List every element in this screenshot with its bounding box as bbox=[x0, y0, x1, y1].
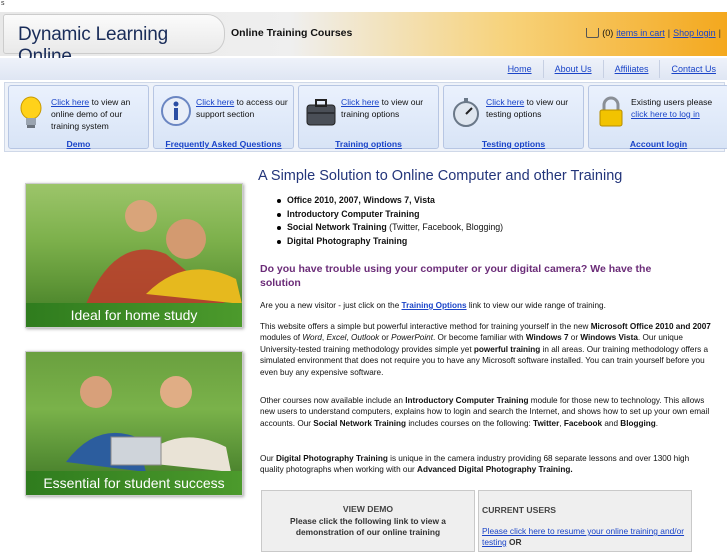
corner-mark: s bbox=[1, 0, 5, 7]
feature-testing-link[interactable]: Click here bbox=[486, 97, 524, 107]
feature-demo-text: Click here to view an online demo of our… bbox=[51, 96, 146, 132]
stopwatch-icon bbox=[453, 98, 479, 127]
view-demo-text: Please click the following link to view … bbox=[290, 516, 446, 537]
demo-link[interactable]: Demo bbox=[9, 139, 148, 149]
bullet-item: Digital Photography Training bbox=[277, 236, 503, 247]
faq-link[interactable]: Frequently Asked Questions bbox=[154, 139, 293, 149]
p3-b4: Facebook bbox=[563, 418, 603, 428]
p4-b1: Digital Photography Training bbox=[275, 454, 388, 463]
p3-b2: Social Network Training bbox=[313, 418, 407, 428]
p2-b2: Windows 7 bbox=[525, 333, 569, 343]
p3-b1: Introductory Computer Training bbox=[405, 396, 529, 405]
nav-home[interactable]: Home bbox=[497, 60, 543, 78]
feature-faq-text: Click here to access our support section bbox=[196, 96, 291, 120]
cart-area: (0) items in cart | Shop login | bbox=[586, 28, 721, 38]
shop-login-link[interactable]: Shop login bbox=[673, 28, 716, 38]
bullet-bold: Social Network Training bbox=[287, 222, 387, 232]
p2-i1: Word bbox=[302, 333, 322, 343]
bullet-item: Introductory Computer Training bbox=[277, 209, 503, 220]
p2-h: or bbox=[568, 333, 581, 343]
briefcase-icon bbox=[306, 99, 336, 126]
student-success-photo: Essential for student success bbox=[25, 351, 243, 496]
page-title: A Simple Solution to Online Computer and… bbox=[258, 168, 623, 184]
p2-b3: Windows Vista bbox=[580, 333, 638, 343]
current-users-or: OR bbox=[506, 537, 522, 547]
feature-faq-link[interactable]: Click here bbox=[196, 97, 234, 107]
view-demo-heading: VIEW DEMO bbox=[342, 504, 394, 514]
current-users-heading: CURRENT USERS bbox=[482, 505, 557, 515]
p2-c: modules of bbox=[260, 333, 303, 343]
feature-login-link[interactable]: click here to log in bbox=[631, 109, 700, 119]
brand-box[interactable]: Dynamic Learning Online bbox=[3, 14, 225, 67]
nav-about-us[interactable]: About Us bbox=[542, 60, 603, 78]
p1-text-b: link to view our wide range of training. bbox=[466, 301, 606, 310]
bullet-item: Office 2010, 2007, Windows 7, Vista bbox=[277, 195, 503, 206]
p2-a: This website offers a simple but powerfu… bbox=[260, 322, 591, 331]
feature-testing: Click here to view our testing options T… bbox=[443, 85, 584, 149]
current-users-panel: CURRENT USERS Please click here to resum… bbox=[478, 490, 692, 552]
feature-testing-text: Click here to view our testing options bbox=[486, 96, 581, 120]
cart-separator: | bbox=[667, 28, 671, 38]
p3-b3: Twitter bbox=[533, 418, 560, 428]
bullet-bold: Office 2010, 2007, Windows 7, Vista bbox=[287, 195, 435, 205]
student-success-caption: Essential for student success bbox=[26, 471, 242, 495]
training-options-inline-link[interactable]: Training Options bbox=[402, 301, 467, 310]
cart-count: (0) bbox=[602, 28, 614, 38]
section-question: Do you have trouble using your computer … bbox=[260, 263, 652, 289]
intro-paragraph: Are you a new visitor - just click on th… bbox=[260, 300, 715, 311]
account-login-link[interactable]: Account login bbox=[589, 139, 727, 149]
shopping-cart-icon[interactable] bbox=[586, 28, 600, 38]
bullet-rest: (Twitter, Facebook, Blogging) bbox=[386, 222, 504, 232]
bullet-bold: Introductory Computer Training bbox=[287, 208, 420, 219]
p4-a: Our bbox=[260, 454, 276, 463]
items-in-cart-link[interactable]: items in cart bbox=[616, 28, 665, 38]
p4-b2: Advanced Digital Photography Training. bbox=[417, 465, 573, 475]
p3-a: Other courses now available include an bbox=[260, 396, 406, 405]
p3-g: . bbox=[655, 418, 659, 428]
feature-login: Existing users please click here to log … bbox=[588, 85, 727, 149]
p2-i3: Outlook bbox=[351, 333, 380, 343]
feature-training-link[interactable]: Click here bbox=[341, 97, 379, 107]
home-study-photo: Ideal for home study bbox=[25, 183, 243, 328]
training-bullets: Office 2010, 2007, Windows 7, Vista Intr… bbox=[277, 195, 503, 249]
home-study-caption: Ideal for home study bbox=[26, 303, 242, 327]
site-header: Dynamic Learning Online Online Training … bbox=[0, 12, 727, 67]
testing-options-link[interactable]: Testing options bbox=[444, 139, 583, 149]
p3-b5: Blogging bbox=[620, 418, 656, 428]
lightbulb-icon bbox=[20, 96, 42, 128]
feature-training: Click here to view our training options … bbox=[298, 85, 439, 149]
view-demo-panel: VIEW DEMO Please click the following lin… bbox=[261, 490, 475, 552]
p2-i2: Excel bbox=[326, 333, 347, 343]
padlock-icon bbox=[599, 96, 623, 127]
p2-g: . Or become familiar with bbox=[432, 333, 526, 343]
bullet-item: Social Network Training (Twitter, Facebo… bbox=[277, 222, 503, 233]
top-nav: Home About Us Affiliates Contact Us bbox=[497, 60, 727, 78]
p2-b1: Microsoft Office 2010 and 2007 bbox=[590, 322, 711, 331]
p2-f: or bbox=[379, 333, 392, 343]
p2-b4: powerful training bbox=[473, 344, 541, 354]
photography-paragraph: Our Digital Photography Training is uniq… bbox=[260, 453, 715, 476]
nav-affiliates[interactable]: Affiliates bbox=[602, 60, 660, 78]
info-icon bbox=[161, 96, 191, 126]
cart-separator-end: | bbox=[718, 28, 721, 38]
feature-login-pre: Existing users please bbox=[631, 97, 713, 107]
feature-demo-link[interactable]: Click here bbox=[51, 97, 89, 107]
p3-d: includes courses on the following: bbox=[406, 418, 534, 428]
p3-f: and bbox=[602, 418, 621, 428]
feature-bar: Click here to view an online demo of our… bbox=[4, 82, 727, 152]
bullet-bold: Digital Photography Training bbox=[287, 235, 408, 246]
training-options-link[interactable]: Training options bbox=[299, 139, 438, 149]
feature-training-text: Click here to view our training options bbox=[341, 96, 436, 120]
nav-contact-us[interactable]: Contact Us bbox=[659, 60, 727, 78]
header-tagline: Online Training Courses bbox=[231, 27, 353, 39]
p1-text-a: Are you a new visitor - just click on th… bbox=[260, 301, 402, 310]
courses-paragraph: Other courses now available include an I… bbox=[260, 395, 715, 429]
office-paragraph: This website offers a simple but powerfu… bbox=[260, 321, 715, 378]
feature-faq: Click here to access our support section… bbox=[153, 85, 294, 149]
feature-login-text: Existing users please click here to log … bbox=[631, 96, 726, 120]
feature-demo: Click here to view an online demo of our… bbox=[8, 85, 149, 149]
p2-i4: PowerPoint bbox=[391, 333, 433, 343]
